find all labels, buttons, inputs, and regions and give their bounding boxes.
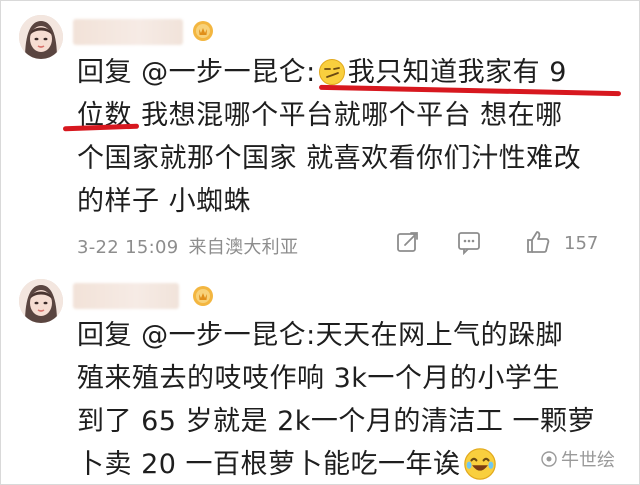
like-count: 157 bbox=[564, 233, 599, 254]
gold-badge-icon bbox=[193, 21, 213, 41]
username-blurred[interactable] bbox=[73, 19, 183, 45]
comment-line: 位数 我想混哪个平台就哪个平台 想在哪 bbox=[77, 100, 563, 131]
comment-icon[interactable] bbox=[456, 229, 482, 255]
comment-line: 回复 @一步一昆仑:天天在网上气的跺脚 bbox=[77, 320, 564, 351]
comment-line: 个国家就那个国家 就喜欢看你们汁性难改 bbox=[77, 143, 582, 174]
comment-text: 回复 @一步一昆仑:天天在网上气的跺脚 殖来殖去的吱吱作响 3k一个月的小学生 … bbox=[77, 314, 595, 484]
share-icon[interactable] bbox=[395, 229, 421, 255]
avatar[interactable] bbox=[19, 279, 63, 323]
comment-line: 到了 65 岁就是 2k一个月的清洁工 一颗萝 bbox=[77, 406, 595, 437]
username-blurred[interactable] bbox=[73, 283, 179, 309]
comment-time: 3-22 15:09 bbox=[77, 237, 179, 258]
comment-thread: 回复 @一步一昆仑: 我只知道我家有 9 位数 我想混哪个平台就哪个平台 想在哪… bbox=[0, 0, 640, 485]
gold-badge-icon bbox=[193, 286, 213, 306]
avatar[interactable] bbox=[19, 15, 63, 59]
thumbs-up-icon[interactable] bbox=[525, 229, 551, 255]
comment-source: 来自澳大利亚 bbox=[188, 237, 299, 258]
comment-line: 的样子 小蜘蛛 bbox=[77, 186, 252, 217]
comment-line: 卜卖 20 一百根萝卜能吃一年诶 bbox=[77, 443, 595, 484]
watermark-logo-icon bbox=[541, 451, 557, 467]
watermark: 牛世绘 bbox=[541, 446, 615, 472]
comment-line: 殖来殖去的吱吱作响 3k一个月的小学生 bbox=[77, 363, 560, 394]
comment-text: 回复 @一步一昆仑: 我只知道我家有 9 位数 我想混哪个平台就哪个平台 想在哪… bbox=[77, 51, 581, 223]
comment-meta: 3-22 15:09 来自澳大利亚 bbox=[77, 233, 298, 259]
smirk-emoji-icon bbox=[318, 59, 345, 85]
laugh-emoji-icon bbox=[463, 448, 496, 480]
